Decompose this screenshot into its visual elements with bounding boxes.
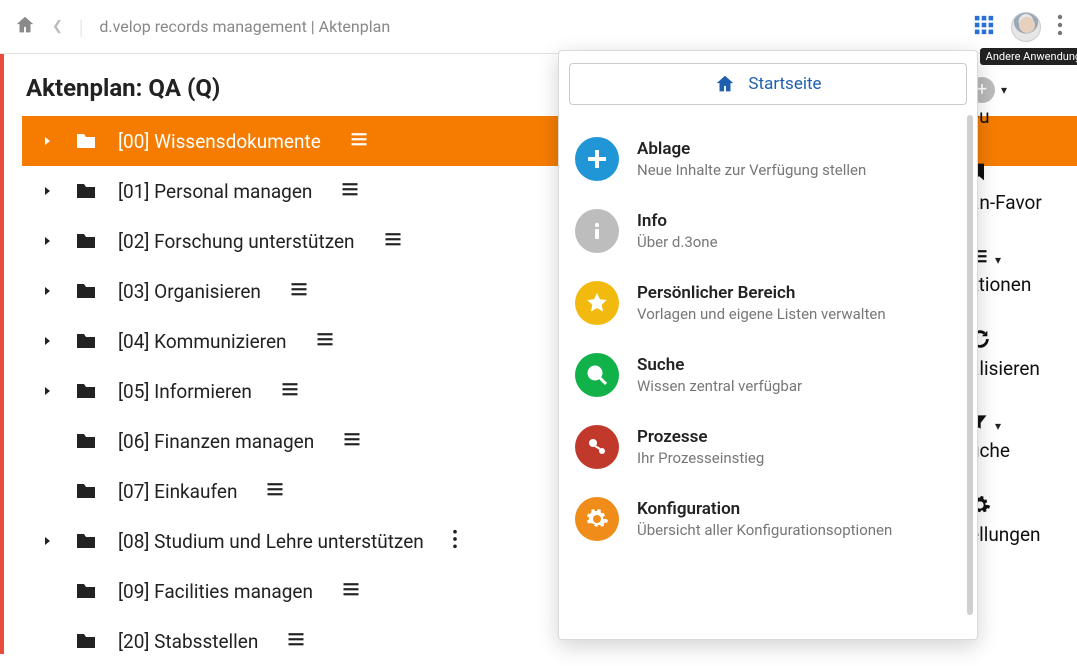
folder-icon — [74, 129, 98, 153]
drawer-tile[interactable]: Konfiguration Übersicht aller Konfigurati… — [569, 483, 967, 555]
expander-icon[interactable] — [40, 185, 54, 197]
tile-subtitle: Über d.3one — [637, 233, 718, 251]
folder-icon — [74, 629, 98, 653]
tile-subtitle: Neue Inhalte zur Verfügung stellen — [637, 161, 866, 179]
hamburger-icon[interactable] — [340, 179, 360, 204]
gear-icon — [969, 494, 1077, 521]
drawer-home-button[interactable]: Startseite — [569, 63, 967, 105]
folder-icon — [74, 579, 98, 603]
hamburger-icon[interactable] — [349, 129, 369, 154]
expander-icon[interactable] — [40, 235, 54, 247]
hamburger-icon[interactable] — [342, 429, 362, 454]
hamburger-icon[interactable] — [383, 229, 403, 254]
apps-grid-icon[interactable] — [973, 14, 995, 40]
drawer-tile[interactable]: Prozesse Ihr Prozesseinstieg — [569, 411, 967, 483]
folder-icon — [74, 179, 98, 203]
breadcrumb-separator: | — [79, 15, 83, 39]
folder-icon — [74, 529, 98, 553]
home-icon — [714, 73, 736, 95]
plus-icon — [575, 137, 619, 181]
plus-circle-icon: +▾ — [969, 76, 1077, 103]
search-icon — [575, 353, 619, 397]
tree-item-label: [00] Wissensdokumente — [118, 130, 321, 153]
tile-title: Ablage — [637, 139, 866, 159]
tree-item-label: [02] Forschung unterstützen — [118, 230, 355, 253]
tree-item-label: [20] Stabsstellen — [118, 630, 258, 653]
gear-icon — [575, 497, 619, 541]
hamburger-icon: ▾ — [969, 246, 1077, 271]
drawer-tile[interactable]: Suche Wissen zentral verfügbar — [569, 339, 967, 411]
folder-icon — [74, 379, 98, 403]
folder-icon — [74, 479, 98, 503]
expander-icon[interactable] — [40, 335, 54, 347]
folder-icon — [74, 429, 98, 453]
tile-subtitle: Wissen zentral verfügbar — [637, 377, 802, 395]
more-dots-icon[interactable] — [452, 529, 458, 554]
right-panel-label: alisieren — [969, 357, 1040, 380]
process-icon — [575, 425, 619, 469]
folder-icon — [74, 229, 98, 253]
tile-title: Persönlicher Bereich — [637, 283, 886, 303]
tree-item-label: [09] Facilities managen — [118, 580, 313, 603]
drawer-tile[interactable]: Ablage Neue Inhalte zur Verfügung stellen — [569, 123, 967, 195]
folder-icon — [74, 329, 98, 353]
breadcrumb-back-icon[interactable]: ❮ — [48, 19, 67, 34]
expander-icon[interactable] — [40, 385, 54, 397]
expander-icon[interactable] — [40, 135, 54, 147]
expander-icon[interactable] — [40, 285, 54, 297]
hamburger-icon[interactable] — [265, 479, 285, 504]
tree-item-label: [08] Studium und Lehre unterstützen — [118, 530, 424, 553]
tile-title: Prozesse — [637, 427, 764, 447]
breadcrumb-text[interactable]: d.velop records management | Aktenplan — [95, 17, 390, 36]
apps-drawer: Startseite Ablage Neue Inhalte zur Verfüg… — [558, 50, 978, 640]
drawer-scrollbar[interactable] — [967, 115, 973, 615]
tile-title: Info — [637, 211, 718, 231]
hamburger-icon[interactable] — [289, 279, 309, 304]
info-icon — [575, 209, 619, 253]
tree-item-label: [07] Einkaufen — [118, 480, 237, 503]
topbar: ❮ | d.velop records management | Aktenpl… — [0, 0, 1077, 54]
bookmark-icon — [969, 160, 1077, 189]
tile-title: Suche — [637, 355, 802, 375]
folder-icon — [74, 279, 98, 303]
tile-subtitle: Übersicht aller Konfigurationsoptionen — [637, 521, 892, 539]
tile-title: Konfiguration — [637, 499, 892, 519]
tile-subtitle: Ihr Prozesseinstieg — [637, 449, 764, 467]
tree-item-label: [05] Informieren — [118, 380, 252, 403]
star-icon — [575, 281, 619, 325]
drawer-tile[interactable]: Persönlicher Bereich Vorlagen und eigene … — [569, 267, 967, 339]
topbar-left: ❮ | d.velop records management | Aktenpl… — [14, 14, 390, 40]
tree-item-label: [04] Kommunizieren — [118, 330, 287, 353]
topbar-right: Andere Anwendungen — [973, 12, 1063, 42]
hamburger-icon[interactable] — [280, 379, 300, 404]
more-dots-icon[interactable] — [1057, 14, 1063, 40]
right-panel-label: ktionen — [969, 273, 1031, 296]
tile-subtitle: Vorlagen und eigene Listen verwalten — [637, 305, 886, 323]
drawer-home-label: Startseite — [748, 74, 821, 94]
home-icon[interactable] — [14, 14, 36, 40]
hamburger-icon[interactable] — [315, 329, 335, 354]
expander-icon[interactable] — [40, 535, 54, 547]
right-panel-label: an-Favor — [969, 191, 1042, 214]
tree-item-label: [06] Finanzen managen — [118, 430, 314, 453]
hamburger-icon[interactable] — [341, 579, 361, 604]
funnel-icon: ▾ — [969, 412, 1077, 437]
refresh-icon — [969, 328, 1077, 355]
avatar[interactable] — [1011, 12, 1041, 42]
tree-item-label: [03] Organisieren — [118, 280, 261, 303]
drawer-tile-list: Ablage Neue Inhalte zur Verfügung stellen… — [569, 123, 967, 555]
drawer-tile[interactable]: Info Über d.3one — [569, 195, 967, 267]
right-panel-label: ellungen — [969, 523, 1041, 546]
hamburger-icon[interactable] — [286, 629, 306, 654]
tree-item-label: [01] Personal managen — [118, 180, 312, 203]
